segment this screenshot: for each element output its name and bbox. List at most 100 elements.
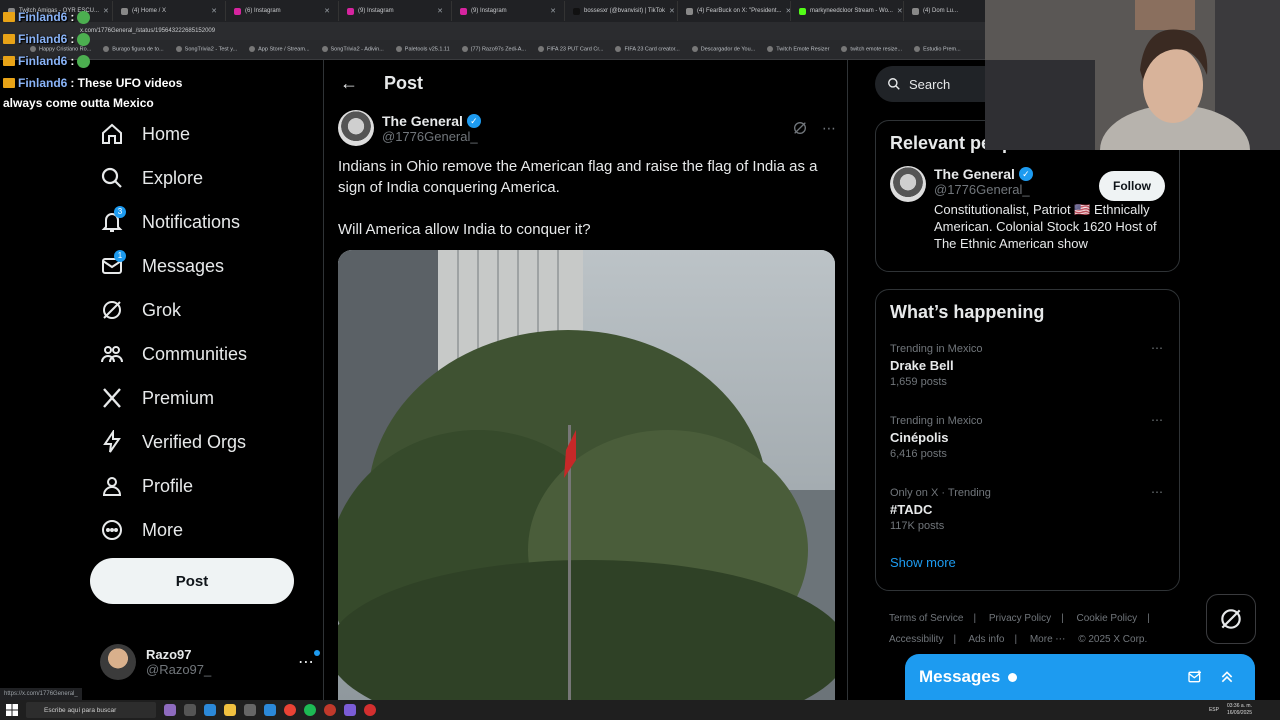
nav-explore[interactable]: Explore xyxy=(90,156,320,200)
primary-nav: Home Explore 3 Notifications 1 Messages … xyxy=(90,112,320,552)
chevron-up-icon[interactable] xyxy=(1219,669,1235,685)
account-handle: @Razo97_ xyxy=(146,662,212,677)
verified-badge-icon: ✓ xyxy=(466,113,481,128)
close-tab-icon[interactable]: ✕ xyxy=(897,7,903,15)
tweet-text-paragraph: Indians in Ohio remove the American flag… xyxy=(338,158,818,196)
search-icon xyxy=(101,167,122,188)
trend-more-icon[interactable]: ⋯ xyxy=(1151,341,1163,355)
close-tab-icon[interactable]: ✕ xyxy=(669,7,675,15)
bookmark[interactable]: Twitch Emote Resizer xyxy=(767,46,829,53)
chrome-icon[interactable] xyxy=(284,704,296,716)
close-tab-icon[interactable]: ✕ xyxy=(437,7,443,15)
browser-tab[interactable]: markyneedcloor Stream - Wo... ✕ xyxy=(791,1,904,21)
tweet-video[interactable] xyxy=(338,250,835,700)
account-switcher[interactable]: Razo97 @Razo97_ ⋯ xyxy=(100,642,320,682)
nav-premium[interactable]: Premium xyxy=(90,376,320,420)
browser-tab[interactable]: bossesxr (@bvanvisit) | TikTok ✕ xyxy=(565,1,678,21)
footer-link[interactable]: Accessibility xyxy=(889,634,943,645)
nav-grok[interactable]: Grok xyxy=(90,288,320,332)
follow-button[interactable]: Follow xyxy=(1099,171,1165,201)
author-handle[interactable]: @1776General_ xyxy=(382,129,481,144)
language-indicator[interactable]: ESP xyxy=(1209,707,1219,714)
nav-verified-orgs[interactable]: Verified Orgs xyxy=(90,420,320,464)
emote-icon xyxy=(77,32,91,46)
trend-item[interactable]: Trending in Mexico Drake Bell 1,659 post… xyxy=(876,335,1179,407)
bookmark[interactable]: FIFA 23 Card creator... xyxy=(615,46,679,53)
bookmark[interactable]: (77) Razo97s Zedi-A... xyxy=(462,46,526,53)
bookmark[interactable]: SongTrivia2 - Adivin... xyxy=(322,46,384,53)
stream-chat-overlay: Finland6: Finland6: Finland6: Finland6: … xyxy=(3,6,203,113)
close-tab-icon[interactable]: ✕ xyxy=(550,7,556,15)
close-tab-icon[interactable]: ✕ xyxy=(324,7,330,15)
close-tab-icon[interactable]: ✕ xyxy=(211,7,217,15)
favicon-icon xyxy=(686,7,693,15)
nav-profile[interactable]: Profile xyxy=(90,464,320,508)
search-icon xyxy=(888,78,900,90)
crown-badge-icon xyxy=(3,12,15,22)
grok-floating-button[interactable] xyxy=(1206,594,1256,644)
browser-tab[interactable]: (9) Instagram ✕ xyxy=(339,1,452,21)
nav-notifications[interactable]: 3 Notifications xyxy=(90,200,320,244)
footer-link[interactable]: Ads info xyxy=(968,634,1004,645)
chat-line: Finland6: xyxy=(3,6,203,28)
footer-link[interactable]: Privacy Policy xyxy=(989,613,1051,624)
show-more-link[interactable]: Show more xyxy=(876,551,1179,584)
spotify-icon[interactable] xyxy=(304,704,316,716)
person-avatar[interactable] xyxy=(890,166,926,202)
nav-messages[interactable]: 1 Messages xyxy=(90,244,320,288)
avatar xyxy=(100,644,136,680)
trend-more-icon[interactable]: ⋯ xyxy=(1151,413,1163,427)
footer-links: Terms of Service | Privacy Policy | Cookie… xyxy=(889,613,1150,645)
footer-link[interactable]: Cookie Policy xyxy=(1077,613,1138,624)
browser-tab[interactable]: (4) FearBuck on X: "President... ✕ xyxy=(678,1,791,21)
tweet-more-icon[interactable]: ⋯ xyxy=(822,120,836,137)
bookmark[interactable]: Descargador de You... xyxy=(692,46,755,53)
nav-home[interactable]: Home xyxy=(90,112,320,156)
windows-start-icon[interactable] xyxy=(6,704,18,716)
edge-icon[interactable] xyxy=(204,704,216,716)
post-header: ← Post xyxy=(324,60,847,106)
notification-count-badge: 3 xyxy=(114,206,126,218)
footer-link[interactable]: More ⋯ xyxy=(1030,634,1066,645)
trend-more-icon[interactable]: ⋯ xyxy=(1151,485,1163,499)
favicon-icon xyxy=(460,7,467,15)
clock[interactable]: 03:36 a. m. 16/09/2025 xyxy=(1227,703,1252,717)
card-title: What’s happening xyxy=(890,302,1045,322)
favicon-icon xyxy=(573,7,580,15)
trend-item[interactable]: Trending in Mexico Cinépolis 6,416 posts… xyxy=(876,407,1179,479)
bookmark[interactable]: Estudio Prem... xyxy=(914,46,961,53)
author-avatar[interactable] xyxy=(338,110,374,146)
status-bar-url: https://x.com/1776General_ xyxy=(0,688,82,700)
author-name[interactable]: The General xyxy=(382,113,463,129)
nav-more[interactable]: More xyxy=(90,508,320,552)
person-name[interactable]: The General xyxy=(934,166,1015,182)
trend-item[interactable]: Only on X · Trending #TADC 117K posts ⋯ xyxy=(876,479,1179,551)
taskbar-search-input[interactable]: Escribe aquí para buscar xyxy=(26,702,156,718)
app-icon[interactable] xyxy=(364,704,376,716)
footer-link[interactable]: Terms of Service xyxy=(889,613,963,624)
grok-icon xyxy=(1221,609,1241,629)
new-message-icon[interactable] xyxy=(1187,669,1203,685)
post-button[interactable]: Post xyxy=(90,558,294,604)
browser-tab[interactable]: (9) Instagram ✕ xyxy=(452,1,565,21)
bookmark[interactable]: App Store / Stream... xyxy=(249,46,309,53)
app-icon[interactable] xyxy=(344,704,356,716)
task-view-icon[interactable] xyxy=(184,704,196,716)
nav-communities[interactable]: Communities xyxy=(90,332,320,376)
back-arrow-icon[interactable]: ← xyxy=(340,73,358,94)
bookmark[interactable]: Paletools v25.1.11 xyxy=(396,46,450,53)
browser-tab[interactable]: (6) Instagram ✕ xyxy=(226,1,339,21)
bookmark[interactable]: FIFA 23 PUT Card Cr... xyxy=(538,46,603,53)
bookmark[interactable]: twitch emote resize... xyxy=(841,46,902,53)
mail-app-icon[interactable] xyxy=(264,704,276,716)
unread-dot xyxy=(1008,672,1018,682)
messages-drawer[interactable]: Messages xyxy=(905,654,1255,700)
message-count-badge: 1 xyxy=(114,250,126,262)
app-icon[interactable] xyxy=(164,704,176,716)
folder-icon[interactable] xyxy=(224,704,236,716)
favicon-icon xyxy=(347,7,354,15)
grok-explain-icon[interactable] xyxy=(792,120,808,136)
store-icon[interactable] xyxy=(244,704,256,716)
account-more-icon[interactable]: ⋯ xyxy=(298,650,320,672)
app-icon[interactable] xyxy=(324,704,336,716)
